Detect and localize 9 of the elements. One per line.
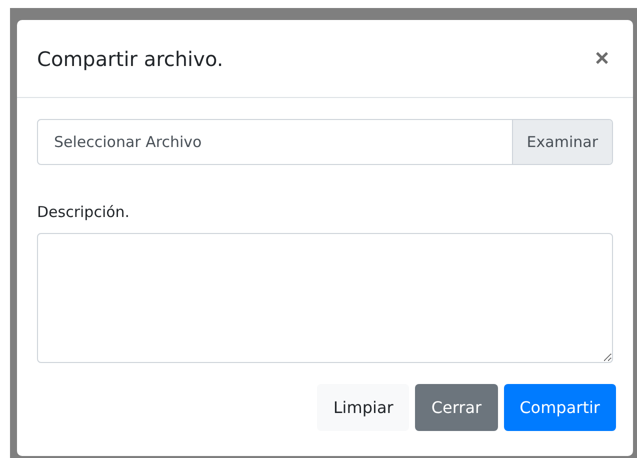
description-field[interactable] (37, 233, 613, 363)
clear-button[interactable]: Limpiar (317, 384, 410, 431)
close-button[interactable]: Cerrar (415, 384, 498, 431)
close-button[interactable]: × (590, 46, 613, 70)
file-input[interactable]: Seleccionar Archivo Examinar (37, 119, 613, 165)
description-label: Descripción. (37, 203, 131, 221)
submit-button[interactable]: Compartir (504, 384, 616, 431)
modal-title: Compartir archivo. (37, 46, 224, 70)
browse-button[interactable]: Examinar (512, 120, 612, 164)
